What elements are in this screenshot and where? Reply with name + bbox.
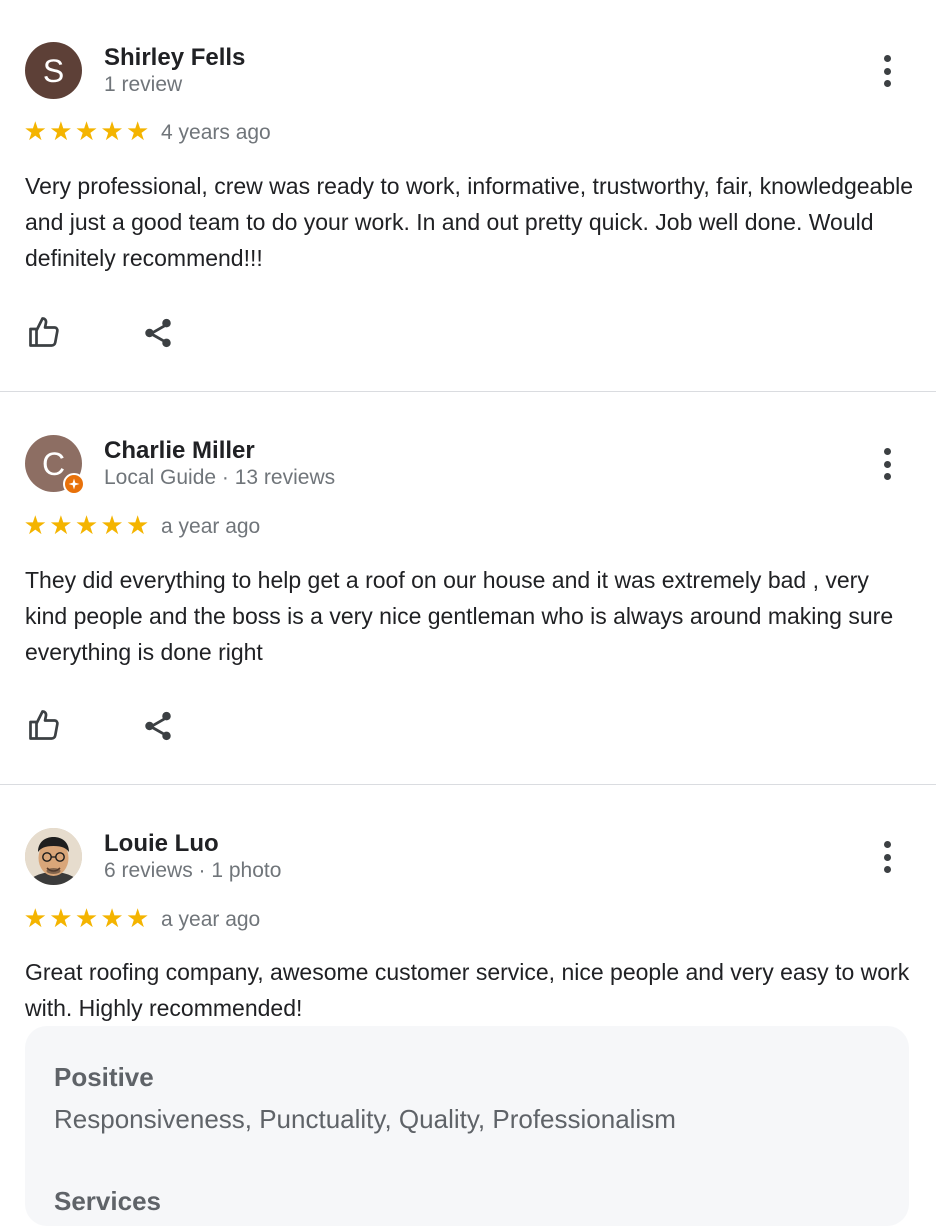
star-icon: ★ [49, 116, 73, 146]
review-attributes-panel: Positive Responsiveness, Punctuality, Qu… [25, 1026, 909, 1226]
share-icon [145, 318, 171, 348]
review-time: 4 years ago [161, 121, 271, 144]
star-rating: ★ ★ ★ ★ ★ [23, 512, 150, 538]
dot-icon [883, 80, 891, 87]
star-icon: ★ [74, 510, 99, 540]
more-options-button[interactable] [874, 53, 900, 89]
like-button[interactable] [24, 312, 64, 352]
star-icon: ★ [74, 116, 99, 146]
review-text: They did everything to help get a roof o… [25, 567, 894, 665]
star-icon: ★ [100, 116, 124, 146]
dot-icon [883, 67, 891, 75]
attribute-value: Responsiveness, Punctuality, Quality, Pr… [54, 1104, 676, 1134]
share-button[interactable] [138, 706, 178, 746]
star-icon: ★ [49, 510, 73, 540]
share-button[interactable] [138, 313, 178, 353]
local-guide-badge-icon [63, 473, 85, 495]
dot-icon [883, 866, 891, 873]
more-options-button[interactable] [874, 839, 900, 875]
review-time: a year ago [161, 908, 261, 931]
star-icon: ★ [23, 903, 47, 933]
star-rating: ★ ★ ★ ★ ★ [23, 118, 150, 144]
man-with-glasses-photo [25, 828, 82, 885]
star-icon: ★ [126, 116, 150, 146]
review-card: S Shirley Fells 1 review ★ ★ ★ ★ ★ 4 yea… [0, 0, 936, 391]
review-text: Great roofing company, awesome customer … [25, 959, 910, 1021]
avatar[interactable]: S [25, 42, 82, 99]
star-icon: ★ [100, 903, 124, 933]
more-options-button[interactable] [874, 446, 900, 482]
reviewer-name[interactable]: Charlie Miller [104, 437, 255, 465]
reviewer-name[interactable]: Shirley Fells [104, 44, 245, 72]
star-icon: ★ [23, 510, 47, 540]
star-rating: ★ ★ ★ ★ ★ [23, 905, 150, 931]
review-text: Very professional, crew was ready to wor… [25, 173, 914, 271]
dot-icon [883, 853, 891, 861]
star-icon: ★ [23, 116, 47, 146]
avatar[interactable]: C [25, 435, 85, 495]
reviewer-name[interactable]: Louie Luo [104, 830, 219, 858]
avatar-letter: C [41, 445, 66, 482]
reviewer-meta: 1 review [104, 73, 183, 96]
star-icon: ★ [126, 903, 150, 933]
reviewer-meta: Local Guide · 13 reviews [104, 466, 336, 489]
like-button[interactable] [24, 705, 64, 745]
avatar-letter: S [42, 52, 65, 89]
star-icon: ★ [100, 510, 124, 540]
dot-icon [883, 473, 891, 480]
attribute-label: Positive [54, 1062, 154, 1092]
dot-icon [883, 460, 891, 468]
review-card: C Charlie Miller Local Guide · 13 review… [0, 392, 936, 784]
dot-icon [883, 55, 891, 62]
star-icon: ★ [74, 903, 99, 933]
thumbs-up-icon [29, 317, 59, 347]
review-time: a year ago [161, 515, 261, 538]
avatar[interactable] [25, 828, 82, 885]
share-icon [145, 711, 171, 741]
dot-icon [883, 448, 891, 455]
star-icon: ★ [126, 510, 150, 540]
reviewer-meta: 6 reviews · 1 photo [104, 859, 282, 882]
star-icon: ★ [49, 903, 73, 933]
dot-icon [883, 841, 891, 848]
thumbs-up-icon [29, 710, 59, 740]
